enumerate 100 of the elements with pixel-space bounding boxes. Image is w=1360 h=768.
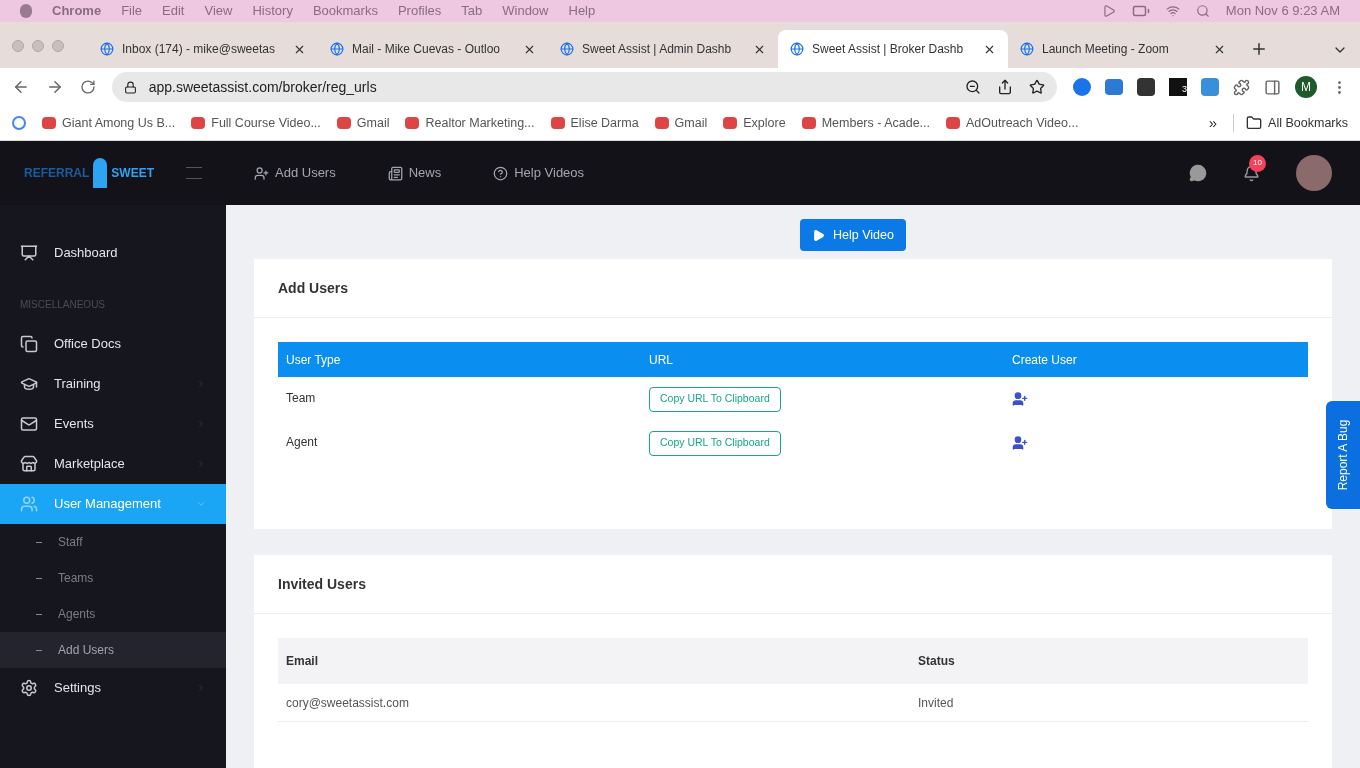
- user-plus-icon[interactable]: [1012, 391, 1028, 407]
- search-icon[interactable]: [1195, 4, 1210, 18]
- back-icon[interactable]: [12, 78, 30, 96]
- dash-mark: [36, 577, 42, 579]
- bookmark-icon: [405, 117, 420, 129]
- user-avatar[interactable]: [1296, 155, 1332, 191]
- envelope-icon: [20, 415, 38, 433]
- user-plus-icon[interactable]: [1012, 435, 1028, 451]
- chevron-right-icon: [196, 459, 206, 469]
- extension-badge[interactable]: 3: [1169, 78, 1187, 96]
- more-bookmarks-button[interactable]: »: [1208, 111, 1218, 135]
- folder-icon: [1246, 115, 1263, 131]
- site-icon: [1020, 42, 1034, 56]
- clock: Mon Nov 6 9:23 AM: [1225, 2, 1340, 21]
- chat-icon[interactable]: [1189, 164, 1207, 182]
- profile-avatar[interactable]: M: [1295, 76, 1317, 98]
- bookmark[interactable]: Full Course Video...: [191, 113, 321, 133]
- help-video-button[interactable]: Help Video: [800, 219, 906, 251]
- chevron-right-icon: [196, 379, 206, 389]
- user-plus-icon: [254, 165, 269, 181]
- logo[interactable]: REFERRAL SWEET: [24, 158, 154, 188]
- table-cell-text: Invited: [918, 694, 955, 712]
- chevron-right-icon: [196, 419, 206, 429]
- sidebar-item[interactable]: Training: [0, 364, 226, 404]
- bookmark[interactable]: Explore: [723, 113, 786, 133]
- users-icon: [20, 495, 38, 513]
- site-icon: [330, 42, 344, 56]
- sidebar-item[interactable]: Events: [0, 404, 226, 444]
- address-bar[interactable]: app.sweetassist.com/broker/reg_urls: [111, 72, 1057, 102]
- store-icon: [20, 455, 38, 473]
- bookmark[interactable]: Realtor Marketing...: [405, 113, 535, 133]
- dash-mark: [36, 649, 42, 651]
- extension-icon[interactable]: [1137, 78, 1155, 96]
- submenu-item[interactable]: Add Users: [0, 632, 226, 668]
- bookmark[interactable]: Gmail: [336, 113, 390, 133]
- bookmark-icon: [723, 117, 738, 129]
- bell-icon[interactable]: [1243, 164, 1260, 182]
- sidebar-item[interactable]: Settings: [0, 668, 226, 708]
- play-icon: [812, 228, 826, 242]
- newspaper-icon: [387, 165, 403, 181]
- card-title: Add Users: [254, 259, 1332, 318]
- notification-badge: 10: [1249, 154, 1266, 172]
- nav-link[interactable]: Help Videos: [493, 163, 585, 183]
- site-icon: [100, 42, 114, 56]
- share-icon[interactable]: [997, 79, 1013, 95]
- zoom-out-icon[interactable]: [965, 79, 981, 95]
- help-icon: [493, 165, 509, 181]
- site-icon: [560, 42, 574, 56]
- browser-tab[interactable]: Sweet Assist | Admin Dashb: [548, 30, 778, 68]
- sidebar-item[interactable]: Dashboard: [0, 233, 226, 273]
- gears-icon: [20, 679, 38, 697]
- star-icon[interactable]: [1029, 79, 1045, 95]
- presentation-icon: [20, 244, 38, 262]
- site-icon: [790, 42, 804, 56]
- sidebar-item[interactable]: Office Docs: [0, 324, 226, 364]
- lock-icon: [123, 80, 137, 94]
- bookmark-icon: [801, 117, 816, 129]
- column-header: Status: [918, 653, 956, 670]
- browser-tab[interactable]: Sweet Assist | Broker Dashb: [778, 30, 1008, 68]
- wifi-icon[interactable]: [1165, 4, 1180, 18]
- reload-icon[interactable]: [79, 79, 96, 95]
- new-tab-icon[interactable]: [1250, 40, 1268, 58]
- browser-tab[interactable]: Mail - Mike Cuevas - Outloo: [318, 30, 548, 68]
- nav-link[interactable]: News: [387, 163, 442, 183]
- report-bug-button[interactable]: Report A Bug: [1326, 401, 1360, 509]
- bookmark-icon: [191, 117, 206, 129]
- column-header: Create User: [1012, 351, 1078, 369]
- copy-icon: [20, 335, 38, 353]
- bookmark[interactable]: Giant Among Us B...: [42, 113, 176, 133]
- bookmark-icon: [336, 117, 351, 129]
- table-cell-text: cory@sweetassist.com: [286, 694, 410, 712]
- menu-icon[interactable]: [186, 167, 202, 179]
- extension-icon[interactable]: [1073, 78, 1091, 96]
- nav-link[interactable]: Add Users: [254, 163, 336, 183]
- bookmark-icon: [654, 117, 669, 129]
- table-cell-text: Team: [286, 390, 317, 407]
- puzzle-icon[interactable]: [1233, 78, 1250, 96]
- play-icon[interactable]: [1101, 4, 1116, 18]
- column-header: Email: [286, 653, 319, 670]
- side-panel-icon[interactable]: [1264, 78, 1281, 96]
- column-header: User Type: [286, 351, 342, 369]
- bookmark[interactable]: AdOutreach Video...: [946, 113, 1079, 133]
- bookmark[interactable]: Elise Darma: [550, 113, 639, 133]
- graduation-cap-icon: [20, 375, 38, 393]
- bookmark[interactable]: Gmail: [654, 113, 708, 133]
- all-bookmarks-button[interactable]: All Bookmarks: [1233, 113, 1348, 133]
- browser-tab[interactable]: Inbox (174) - mike@sweetas: [88, 30, 318, 68]
- bookmark-icon: [42, 117, 56, 129]
- submenu-item[interactable]: Agents: [0, 596, 226, 632]
- browser-tab[interactable]: Launch Meeting - Zoom: [1008, 30, 1238, 68]
- column-header: URL: [649, 351, 674, 369]
- submenu-item[interactable]: Staff: [0, 524, 226, 560]
- bookmark[interactable]: Members - Acade...: [801, 113, 931, 133]
- bookmark-icon: [550, 117, 565, 129]
- sidebar-item[interactable]: Marketplace: [0, 444, 226, 484]
- chevron-down-icon: [196, 499, 206, 509]
- bookmark-icon: [946, 117, 961, 129]
- card-title: Invited Users: [254, 555, 1332, 614]
- table-cell-text: Agent: [286, 434, 319, 451]
- submenu-item[interactable]: Teams: [0, 560, 226, 596]
